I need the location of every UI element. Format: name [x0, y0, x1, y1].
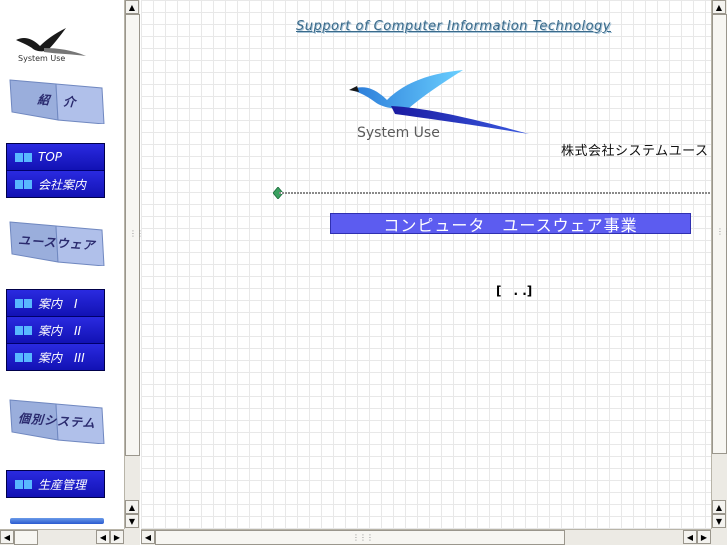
- scroll-corner: [124, 529, 140, 545]
- nav-label: TOP: [38, 150, 63, 164]
- nav-group-systems: 生産管理: [6, 470, 105, 498]
- arrow-left-icon[interactable]: ◀: [0, 530, 14, 544]
- book-icon: [15, 298, 33, 308]
- nav-label: 生産管理: [38, 477, 87, 492]
- book-icon: [15, 352, 33, 362]
- nav-group-intro: TOP 会社案内: [6, 143, 105, 198]
- nav-label: 会社案内: [38, 177, 87, 192]
- right-vertical-scrollbar[interactable]: ▲ ⋮⋮ ▲ ▼: [711, 0, 727, 529]
- book-label: ユースウェア: [17, 232, 97, 253]
- nav-production-link[interactable]: 生産管理: [7, 471, 104, 497]
- logo-text: System Use: [357, 125, 440, 141]
- arrow-left-icon[interactable]: ◀: [96, 530, 110, 544]
- section-book-useware: ユースウェア: [8, 218, 106, 266]
- nav-label: 案内 II: [38, 323, 82, 338]
- nav-company-link[interactable]: 会社案内: [7, 171, 104, 197]
- nav-label: 案内 III: [38, 350, 85, 365]
- placeholder-text: [ . .]: [496, 284, 533, 298]
- business-banner: コンピュータ ユースウェア事業: [330, 213, 691, 235]
- scroll-corner: [711, 529, 727, 545]
- main-content-frame: Support of Computer Information Technolo…: [141, 0, 711, 529]
- arrow-right-icon[interactable]: ▶: [697, 530, 711, 544]
- nav-guide-2-link[interactable]: 案内 II: [7, 317, 104, 344]
- arrow-down-icon[interactable]: ▼: [712, 514, 726, 528]
- nav-partial-item[interactable]: [10, 518, 104, 524]
- right-hscroll-thumb[interactable]: ⋮⋮⋮: [155, 530, 565, 545]
- left-horizontal-scrollbar[interactable]: ◀ ◀ ▶: [0, 529, 124, 545]
- nav-group-useware: 案内 I 案内 II 案内 III: [6, 289, 105, 371]
- book-label: 個別システム: [17, 410, 97, 431]
- arrow-down-icon[interactable]: ▼: [125, 514, 139, 528]
- left-vertical-scrollbar[interactable]: ▲ ⋮⋮ ▲ ▼: [124, 0, 144, 529]
- left-nav-frame: System Use 紹 介 TOP 会社案内 ユースウェア 案内 I 案内 I…: [0, 0, 124, 529]
- left-hscroll-thumb[interactable]: [14, 530, 38, 545]
- book-icon: [15, 179, 33, 189]
- arrow-left-icon[interactable]: ◀: [141, 530, 155, 544]
- grip-icon: ⋮⋮: [716, 227, 727, 236]
- book-icon: [15, 479, 33, 489]
- arrow-left-icon[interactable]: ◀: [683, 530, 697, 544]
- arrow-up-icon[interactable]: ▲: [712, 500, 726, 514]
- arrow-right-icon[interactable]: ▶: [110, 530, 124, 544]
- nav-top-link[interactable]: TOP: [7, 144, 104, 171]
- right-horizontal-scrollbar[interactable]: ◀ ⋮⋮⋮ ◀ ▶: [141, 529, 711, 545]
- book-label: 紹 介: [37, 92, 77, 109]
- company-name: 株式会社システムユース: [561, 144, 709, 159]
- logo-text: System Use: [18, 54, 66, 63]
- grip-icon: ⋮⋮⋮: [352, 533, 374, 542]
- nav-guide-1-link[interactable]: 案内 I: [7, 290, 104, 317]
- section-book-systems: 個別システム: [8, 396, 106, 444]
- book-icon: [15, 152, 33, 162]
- section-book-intro: 紹 介: [8, 76, 106, 124]
- arrow-up-icon[interactable]: ▲: [125, 500, 139, 514]
- section-divider: [279, 192, 711, 194]
- left-vscroll-thumb[interactable]: ⋮⋮: [125, 14, 144, 456]
- arrow-up-icon[interactable]: ▲: [712, 0, 726, 14]
- right-vscroll-thumb[interactable]: ⋮⋮: [712, 14, 727, 454]
- book-icon: [15, 325, 33, 335]
- tagline: Support of Computer Information Technolo…: [296, 19, 611, 34]
- nav-guide-3-link[interactable]: 案内 III: [7, 344, 104, 370]
- arrow-up-icon[interactable]: ▲: [125, 0, 139, 14]
- nav-label: 案内 I: [38, 296, 78, 311]
